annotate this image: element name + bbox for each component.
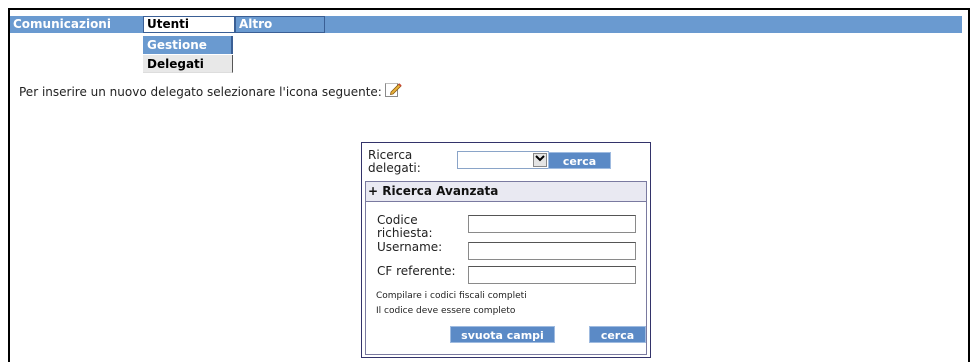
field-label-codice-richiesta: Codice richiesta: [377,213,433,240]
clear-fields-button[interactable]: svuota campi [450,326,555,343]
submenu-item-gestione[interactable]: Gestione [143,36,233,54]
search-delegates-label: Ricerca delegati: [368,148,421,175]
codice-richiesta-input[interactable] [468,215,636,233]
select-value [458,157,461,170]
edit-note-icon[interactable] [384,80,402,98]
advanced-search-button[interactable]: cerca [589,326,646,343]
hint-fiscal-codes: Compilare i codici fiscali completi [376,291,527,301]
menu-item-utenti[interactable]: Utenti [143,16,235,33]
delegates-select[interactable] [457,151,549,169]
menu-item-comunicazioni[interactable]: Comunicazioni [10,16,134,33]
search-panel: Ricerca delegati: cerca + Ricerca Avanza… [361,142,651,358]
menu-item-altro[interactable]: Altro [235,16,325,33]
field-label-cf-referente: CF referente: [377,264,456,278]
chevron-down-icon[interactable] [533,153,547,167]
field-label-username: Username: [377,240,443,254]
advanced-search-toggle[interactable]: + Ricerca Avanzata [366,182,646,202]
submenu-item-delegati[interactable]: Delegati [143,55,233,73]
instruction-text: Per inserire un nuovo delegato seleziona… [19,85,382,99]
cf-referente-input[interactable] [468,266,636,284]
username-input[interactable] [468,242,636,260]
menu-bar: Comunicazioni Utenti Altro [10,16,962,33]
advanced-search-section: + Ricerca Avanzata Codice richiesta: Use… [365,181,647,355]
hint-code-complete: Il codice deve essere completo [376,306,516,316]
search-button[interactable]: cerca [548,152,611,169]
